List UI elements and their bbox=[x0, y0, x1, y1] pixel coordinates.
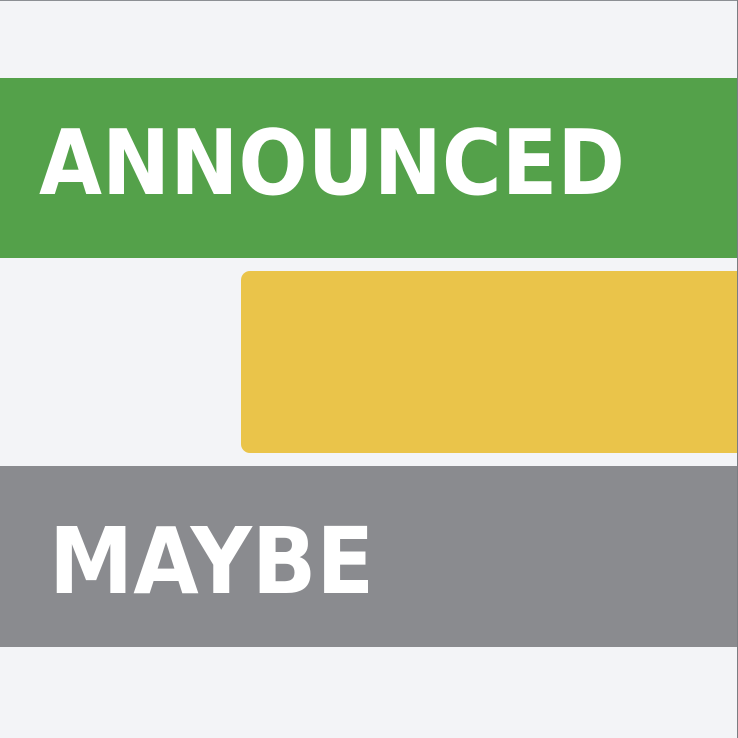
announced-band: ANNOUNCED bbox=[0, 78, 738, 258]
maybe-label: MAYBE bbox=[49, 508, 375, 615]
middle-band bbox=[241, 271, 738, 453]
top-border bbox=[0, 0, 738, 1]
status-legend-graphic: ANNOUNCED MAYBE bbox=[0, 0, 738, 738]
maybe-band: MAYBE bbox=[0, 466, 738, 647]
announced-label: ANNOUNCED bbox=[39, 111, 625, 216]
